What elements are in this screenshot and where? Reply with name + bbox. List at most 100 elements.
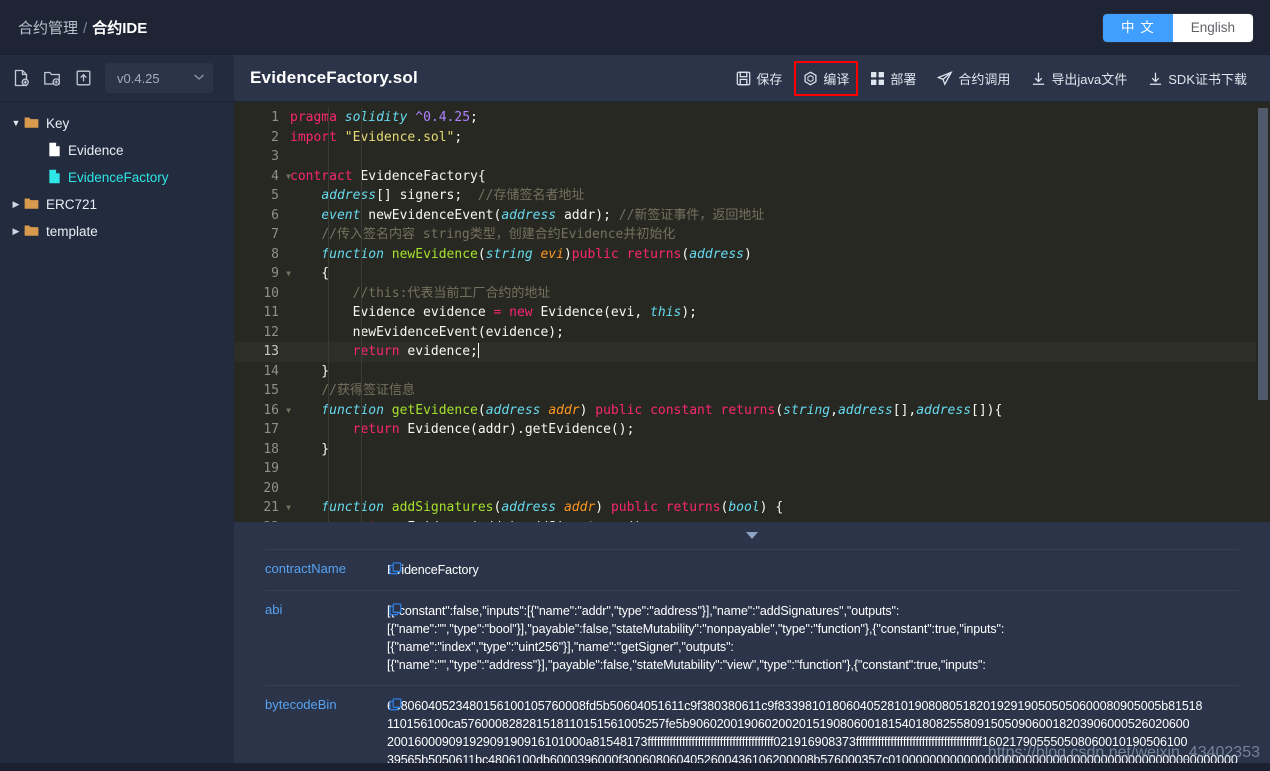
line-number-value: 11 <box>263 305 279 320</box>
line-number: 5 <box>234 186 282 206</box>
save-icon <box>736 71 751 86</box>
line-number-value: 20 <box>263 480 279 496</box>
new-file-icon[interactable] <box>8 65 34 91</box>
file-tree: ▼ Key Evidence EvidenceFactory ▶ ERC721 ▶ tem… <box>0 102 234 245</box>
result-row: bytecodeBin 60806040523480156100105760008… <box>265 685 1239 771</box>
send-icon <box>937 70 953 86</box>
editor-scrollbar-thumb[interactable] <box>1258 108 1268 400</box>
result-value-line: [{"name":"","type":"address"}],"payable"… <box>387 658 986 672</box>
sidebar-toolbar: v0.4.25 <box>0 55 234 102</box>
compile-result-panel: contractName EvidenceFactory abi [{"constan… <box>234 549 1270 771</box>
result-value: 60806040523480156100105760008​fd5b506040… <box>387 686 1239 771</box>
breadcrumb-current: 合约IDE <box>92 19 148 37</box>
solidity-version-select[interactable]: v0.4.25 <box>105 63 213 93</box>
result-value: EvidenceFactory <box>387 550 1239 591</box>
toolbar-button-4[interactable]: 导出java文件 <box>1022 61 1136 96</box>
line-number-value: 2 <box>271 129 279 145</box>
line-number-value: 13 <box>263 344 279 359</box>
result-value-line: 60806040523480156100105760008​fd5b506040… <box>387 699 1203 713</box>
compile-icon <box>803 70 818 86</box>
line-number-value: 6 <box>271 207 279 223</box>
result-value-line: 110156100ca57600082828151811015156100525… <box>387 717 1190 731</box>
tree-item-erc721[interactable]: ▶ ERC721 <box>0 191 234 218</box>
download-icon <box>1031 71 1046 86</box>
result-label: contractName <box>265 561 346 576</box>
editor-column: EvidenceFactory.sol 保存 编译 部署 合约调用 导出java文件 SD… <box>234 55 1270 771</box>
code-editor[interactable]: 1234▼56789▼10111213141516▼1718192021▼222… <box>234 102 1270 522</box>
line-number-value: 19 <box>263 461 279 476</box>
lang-button-english[interactable]: English <box>1172 14 1253 42</box>
line-number: 7 <box>234 225 282 245</box>
toolbar-button-label: 部署 <box>890 71 917 87</box>
line-number: 3 <box>234 147 282 167</box>
copy-icon[interactable] <box>389 562 402 580</box>
line-number: 4 ▼ <box>234 167 291 187</box>
result-label: abi <box>265 602 283 617</box>
toolbar-button-label: 导出java文件 <box>1051 71 1128 87</box>
file-icon <box>48 142 68 160</box>
line-number-value: 10 <box>263 285 279 301</box>
result-panel-collapse-toggle[interactable] <box>234 522 1270 549</box>
copy-icon[interactable] <box>389 698 402 716</box>
chevron-right-icon[interactable]: ▶ <box>8 227 24 236</box>
tree-item-template[interactable]: ▶ template <box>0 218 234 245</box>
result-row: abi [{"constant":false,"inputs":[{"name":… <box>265 590 1239 686</box>
line-number-value: 15 <box>263 383 279 398</box>
chevron-down-icon[interactable]: ▼ <box>8 119 24 128</box>
line-number: 15 <box>234 381 282 401</box>
line-number-value: 22 <box>263 520 279 523</box>
tree-item-evidencefactory[interactable]: EvidenceFactory <box>0 164 234 191</box>
folder-icon <box>24 197 46 213</box>
toolbar-button-2[interactable]: 部署 <box>861 61 925 96</box>
top-header-bar: 合约管理 / 合约IDE 中 文 English <box>0 0 1270 55</box>
chevron-right-icon[interactable]: ▶ <box>8 200 24 209</box>
line-number: 9 ▼ <box>234 264 291 284</box>
tree-item-label: ERC721 <box>46 197 98 212</box>
upload-icon[interactable] <box>70 65 96 91</box>
download-icon <box>1148 71 1163 86</box>
line-number: 13 <box>234 342 282 362</box>
toolbar-button-1[interactable]: 编译 <box>794 60 859 96</box>
sidebar: v0.4.25 ▼ Key Evidence EvidenceFactory ▶ ER… <box>0 55 234 771</box>
tree-item-key[interactable]: ▼ Key <box>0 110 234 137</box>
breadcrumb-parent[interactable]: 合约管理 <box>18 17 78 38</box>
result-row: contractName EvidenceFactory <box>265 549 1239 591</box>
line-number: 6 <box>234 206 282 226</box>
line-number: 16 ▼ <box>234 401 291 421</box>
toolbar-button-5[interactable]: SDK证书下载 <box>1139 61 1256 96</box>
lang-button-chinese[interactable]: 中 文 <box>1102 14 1173 42</box>
copy-icon[interactable] <box>389 603 402 621</box>
line-number: 1 <box>234 108 282 128</box>
line-number: 14 <box>234 362 282 382</box>
line-number-value: 18 <box>263 441 279 457</box>
result-value-line: EvidenceFactory <box>387 563 479 577</box>
line-number-value: 17 <box>263 422 279 437</box>
editor-header: EvidenceFactory.sol 保存 编译 部署 合约调用 导出java文件 SD… <box>234 55 1270 102</box>
language-toggle[interactable]: 中 文 English <box>1102 14 1253 42</box>
line-number: 12 <box>234 323 282 343</box>
line-number: 22 <box>234 518 282 523</box>
ide-body: v0.4.25 ▼ Key Evidence EvidenceFactory ▶ ER… <box>0 55 1270 771</box>
toolbar-button-label: 合约调用 <box>958 71 1011 87</box>
line-number: 17 <box>234 420 282 440</box>
line-number-value: 12 <box>263 324 279 340</box>
compile-result-table: contractName EvidenceFactory abi [{"constan… <box>265 549 1239 771</box>
open-file-name: EvidenceFactory.sol <box>250 68 418 87</box>
toolbar-button-3[interactable]: 合约调用 <box>928 61 1019 96</box>
chevron-down-icon <box>193 73 205 84</box>
toolbar-button-label: SDK证书下载 <box>1168 71 1247 87</box>
result-value: [{"constant":false,"inputs":[{"name":"ad… <box>387 591 1239 686</box>
editor-toolbar: 保存 编译 部署 合约调用 导出java文件 SDK证书下载 <box>727 60 1256 96</box>
code-content[interactable]: pragma solidity ^0.4.25; import "Evidenc… <box>282 102 1270 522</box>
result-value-line: [{"name":"index","type":"uint256"}],"nam… <box>387 640 734 654</box>
tree-item-evidence[interactable]: Evidence <box>0 137 234 164</box>
tree-item-label: Key <box>46 116 70 131</box>
new-folder-icon[interactable] <box>39 65 65 91</box>
tree-item-label: Evidence <box>68 143 124 158</box>
toolbar-button-label: 编译 <box>823 71 850 87</box>
line-number-value: 4 <box>271 168 279 184</box>
line-number: 19 <box>234 459 282 479</box>
toolbar-button-0[interactable]: 保存 <box>727 61 791 96</box>
result-label: bytecodeBin <box>265 697 337 712</box>
